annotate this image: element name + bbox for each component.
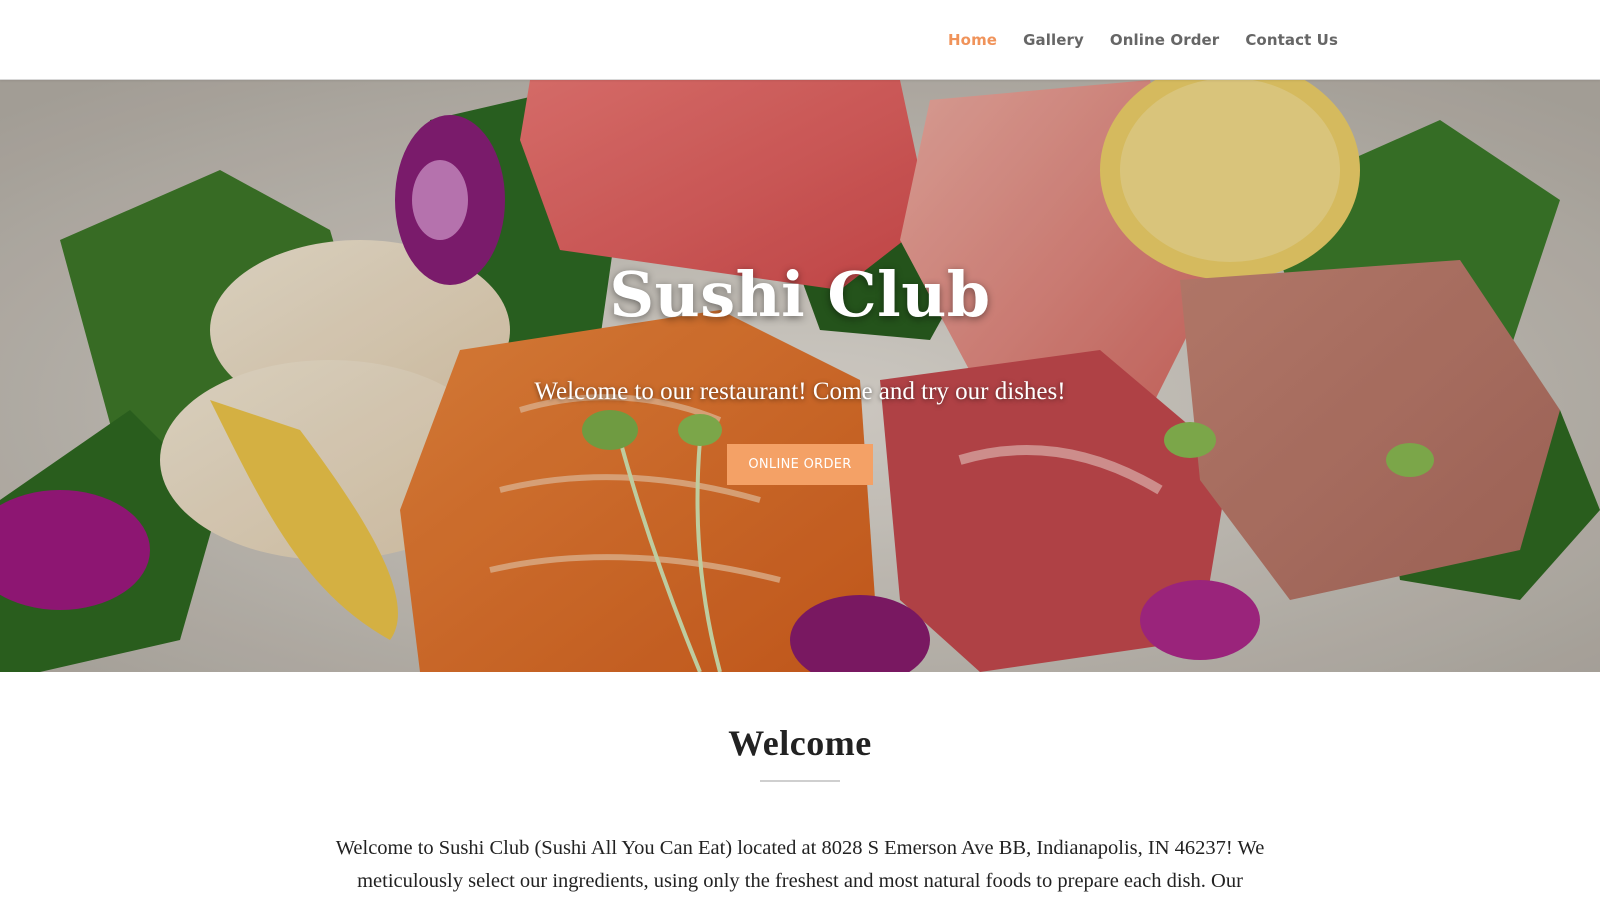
nav-home-link[interactable]: Home — [948, 31, 997, 49]
nav-gallery-link[interactable]: Gallery — [1023, 31, 1084, 49]
nav-contact-us-link[interactable]: Contact Us — [1245, 31, 1338, 49]
nav-online-order-link[interactable]: Online Order — [1110, 31, 1219, 49]
welcome-divider — [760, 780, 840, 782]
online-order-button[interactable]: ONLINE ORDER — [727, 444, 873, 485]
site-header: Home Gallery Online Order Contact Us — [0, 0, 1600, 80]
main-nav: Home Gallery Online Order Contact Us — [948, 0, 1338, 80]
welcome-heading: Welcome — [728, 723, 872, 763]
welcome-paragraph: Welcome to Sushi Club (Sushi All You Can… — [335, 837, 1265, 892]
hero-subtitle: Welcome to our restaurant! Come and try … — [534, 378, 1066, 405]
hero-title: Sushi Club — [609, 258, 991, 331]
hero-section: Sushi Club Welcome to our restaurant! Co… — [0, 80, 1600, 672]
hero-content: Sushi Club Welcome to our restaurant! Co… — [0, 80, 1600, 672]
